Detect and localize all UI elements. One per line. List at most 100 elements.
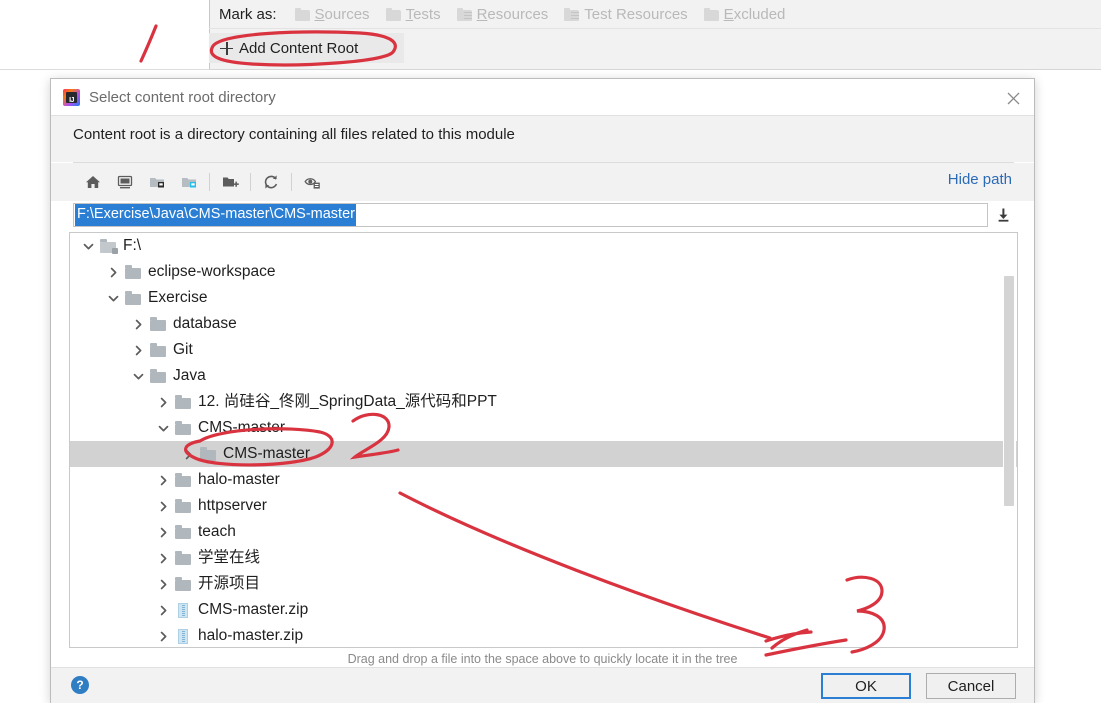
close-icon[interactable] bbox=[1002, 87, 1024, 109]
folder-icon bbox=[150, 343, 167, 357]
tree-row-label: Exercise bbox=[148, 289, 208, 306]
mark-as-tests[interactable]: Tests bbox=[385, 6, 441, 23]
cancel-button[interactable]: Cancel bbox=[926, 673, 1016, 699]
tree-row[interactable]: CMS-master.zip bbox=[70, 597, 1017, 623]
help-question-icon[interactable]: ? bbox=[71, 676, 89, 694]
tree-row-label: eclipse-workspace bbox=[148, 263, 276, 280]
mark-as-sources[interactable]: Sources bbox=[294, 5, 370, 23]
chevron-right-icon[interactable] bbox=[130, 316, 147, 333]
desktop-icon[interactable] bbox=[109, 169, 141, 195]
tree-row[interactable]: CMS-master bbox=[70, 441, 1017, 467]
folder-icon bbox=[175, 395, 192, 409]
path-input-value: F:\Exercise\Java\CMS-master\CMS-master bbox=[75, 204, 356, 226]
chevron-right-icon[interactable] bbox=[155, 472, 172, 489]
plus-icon bbox=[220, 41, 233, 55]
mark-as-excluded[interactable]: Excluded bbox=[703, 5, 785, 23]
ok-button[interactable]: OK bbox=[821, 673, 911, 699]
folder-icon bbox=[175, 525, 192, 539]
tree-row[interactable]: F:\ bbox=[70, 233, 1017, 259]
chevron-right-icon[interactable] bbox=[155, 602, 172, 619]
chevron-right-icon[interactable] bbox=[130, 342, 147, 359]
path-row: F:\Exercise\Java\CMS-master\CMS-master bbox=[73, 203, 1014, 227]
chevron-right-icon[interactable] bbox=[155, 394, 172, 411]
tree-row-label: teach bbox=[198, 523, 236, 540]
tree-row-label: database bbox=[173, 315, 237, 332]
chevron-right-icon[interactable] bbox=[155, 576, 172, 593]
toolbar-separator bbox=[291, 173, 292, 191]
chevron-right-icon[interactable] bbox=[155, 628, 172, 645]
tree-row[interactable]: 学堂在线 bbox=[70, 545, 1017, 571]
folder-icon bbox=[175, 473, 192, 487]
tree-row-label: 学堂在线 bbox=[198, 549, 261, 566]
chevron-down-icon[interactable] bbox=[105, 290, 122, 307]
tree-row[interactable]: 开源项目 bbox=[70, 571, 1017, 597]
download-arrow-icon[interactable] bbox=[992, 203, 1014, 227]
mark-as-test-resources-label: Test Resources bbox=[584, 5, 688, 23]
chevron-right-icon[interactable] bbox=[155, 550, 172, 567]
mark-as-test-resources[interactable]: Test Resources bbox=[564, 5, 688, 23]
page-top-divider bbox=[0, 69, 209, 70]
tree-row-label: CMS-master bbox=[198, 419, 285, 436]
mark-as-sources-label: ources bbox=[324, 5, 370, 23]
tree-scrollbar-track[interactable] bbox=[1003, 234, 1016, 646]
chevron-down-icon[interactable] bbox=[130, 368, 147, 385]
hide-path-link[interactable]: Hide path bbox=[948, 171, 1012, 188]
toolbar-separator bbox=[250, 173, 251, 191]
new-folder-icon[interactable] bbox=[214, 169, 246, 195]
tree-row[interactable]: Exercise bbox=[70, 285, 1017, 311]
mark-as-resources-mnemonic: R bbox=[476, 5, 488, 23]
annotation-stroke-1 bbox=[139, 24, 158, 63]
folder-icon bbox=[385, 7, 401, 21]
tree-row[interactable]: httpserver bbox=[70, 493, 1017, 519]
tree-row-label: 12. 尚硅谷_佟刚_SpringData_源代码和PPT bbox=[198, 393, 497, 410]
mark-as-excluded-mnemonic: E bbox=[723, 5, 734, 23]
select-content-root-dialog: IJ Select content root directory Content… bbox=[50, 78, 1035, 703]
drive-folder-icon bbox=[100, 239, 118, 254]
tree-row[interactable]: Git bbox=[70, 337, 1017, 363]
intellij-idea-logo-icon: IJ bbox=[63, 88, 80, 106]
chevron-down-icon[interactable] bbox=[80, 238, 97, 255]
mark-as-toolbar: Mark as: Sources Tests Resources Test Re… bbox=[219, 0, 801, 28]
chevron-down-icon[interactable] bbox=[155, 420, 172, 437]
project-folder-icon[interactable] bbox=[141, 169, 173, 195]
chevron-right-icon[interactable] bbox=[180, 446, 197, 463]
module-folder-icon[interactable] bbox=[173, 169, 205, 195]
folder-icon bbox=[125, 291, 142, 305]
dialog-title: Select content root directory bbox=[89, 88, 276, 106]
add-content-root-button[interactable]: Add Content Root bbox=[209, 33, 404, 63]
tree-row[interactable]: halo-master.zip bbox=[70, 623, 1017, 647]
home-icon[interactable] bbox=[77, 169, 109, 195]
tree-row[interactable]: teach bbox=[70, 519, 1017, 545]
mark-as-resources[interactable]: Resources bbox=[456, 5, 549, 23]
tree-row[interactable]: Java bbox=[70, 363, 1017, 389]
path-input[interactable]: F:\Exercise\Java\CMS-master\CMS-master bbox=[73, 203, 988, 227]
mark-as-label: Mark as: bbox=[219, 5, 277, 23]
tree-row[interactable]: eclipse-workspace bbox=[70, 259, 1017, 285]
chevron-right-icon[interactable] bbox=[155, 498, 172, 515]
chevron-right-icon[interactable] bbox=[155, 524, 172, 541]
dialog-description: Content root is a directory containing a… bbox=[73, 126, 515, 143]
dialog-titlebar: IJ Select content root directory bbox=[51, 79, 1034, 115]
toolbar-divider bbox=[209, 28, 1101, 29]
chevron-right-icon[interactable] bbox=[105, 264, 122, 281]
tree-row[interactable]: database bbox=[70, 311, 1017, 337]
folder-icon bbox=[175, 421, 192, 435]
tree-row-label: CMS-master bbox=[223, 445, 310, 462]
show-hidden-files-icon[interactable] bbox=[296, 169, 328, 195]
directory-tree[interactable]: F:\ eclipse-workspace Exercise database Git J… bbox=[69, 232, 1018, 648]
tree-scrollbar-thumb[interactable] bbox=[1004, 276, 1014, 506]
folder-icon bbox=[703, 7, 719, 21]
folder-icon bbox=[125, 265, 142, 279]
tree-row-label: Java bbox=[173, 367, 206, 384]
tree-row[interactable]: CMS-master bbox=[70, 415, 1017, 441]
tree-row[interactable]: halo-master bbox=[70, 467, 1017, 493]
folder-icon bbox=[294, 7, 310, 21]
refresh-icon[interactable] bbox=[255, 169, 287, 195]
tree-row-label: halo-master bbox=[198, 471, 280, 488]
tree-row-label: F:\ bbox=[123, 237, 142, 254]
screen-root: Mark as: Sources Tests Resources Test Re… bbox=[0, 0, 1101, 703]
mark-as-resources-label: esources bbox=[487, 5, 549, 23]
resources-folder-icon bbox=[456, 7, 472, 21]
zip-file-icon bbox=[175, 602, 192, 618]
tree-row[interactable]: 12. 尚硅谷_佟刚_SpringData_源代码和PPT bbox=[70, 389, 1017, 415]
